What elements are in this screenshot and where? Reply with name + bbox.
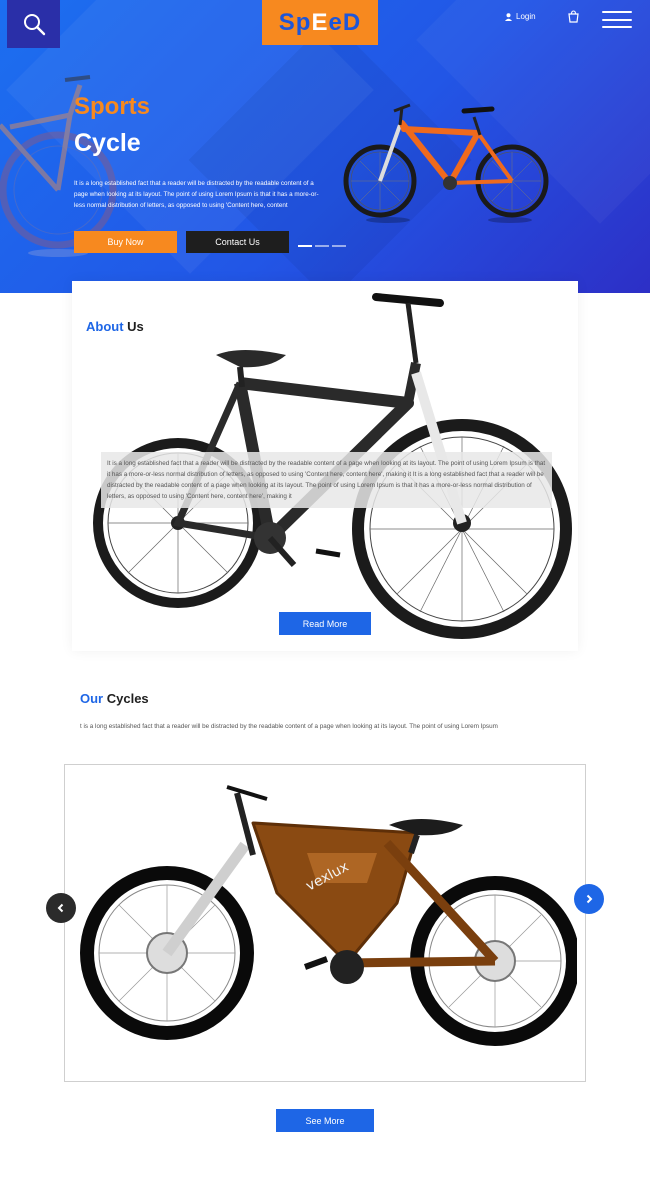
cycles-description: t is a long established fact that a read… [80, 723, 498, 730]
read-more-button[interactable]: Read More [279, 612, 371, 635]
cycles-carousel: vexlux [64, 764, 586, 1082]
cycles-title: Our Cycles [80, 691, 149, 706]
site-logo[interactable]: Sp Ee D [262, 0, 378, 45]
slider-dot[interactable] [315, 245, 329, 247]
hero-description: It is a long established fact that a rea… [74, 180, 319, 209]
slider-dot[interactable] [298, 245, 312, 247]
buy-now-button[interactable]: Buy Now [74, 231, 177, 253]
login-label: Login [516, 12, 536, 21]
carousel-bike-image: vexlux [80, 785, 577, 1046]
logo-text: E [311, 8, 329, 36]
cart-icon[interactable] [567, 10, 580, 23]
hero-bike-image [343, 103, 549, 223]
slider-indicators [298, 245, 346, 247]
hamburger-menu-icon[interactable] [602, 11, 632, 28]
about-title-rest: Us [123, 319, 144, 334]
about-title: About Us [86, 319, 144, 334]
logo-text: D [342, 8, 362, 36]
carousel-next-button[interactable] [574, 884, 604, 914]
about-section: About Us It is a long established fact t… [72, 281, 578, 651]
hero-title-sports: Sports [74, 93, 151, 120]
login-link[interactable]: Login [505, 12, 536, 21]
carousel-prev-button[interactable] [46, 893, 76, 923]
chevron-right-icon [586, 894, 593, 904]
cycles-title-accent: Our [80, 691, 104, 706]
logo-text: Sp [278, 8, 312, 36]
chevron-left-icon [57, 903, 64, 913]
user-icon [505, 12, 512, 21]
contact-us-button[interactable]: Contact Us [186, 231, 289, 253]
logo-text: e [328, 8, 343, 36]
see-more-button[interactable]: See More [276, 1109, 374, 1132]
slider-dot[interactable] [332, 245, 346, 247]
search-button[interactable] [7, 0, 60, 48]
search-icon [23, 14, 45, 36]
hero-banner: Sp Ee D Login Sports Cycle It is a long es… [0, 0, 650, 293]
hero-title-cycle: Cycle [74, 129, 141, 157]
about-title-accent: About [86, 319, 124, 334]
cycles-title-rest: Cycles [103, 691, 149, 706]
about-description: It is a long established fact that a rea… [101, 452, 552, 508]
